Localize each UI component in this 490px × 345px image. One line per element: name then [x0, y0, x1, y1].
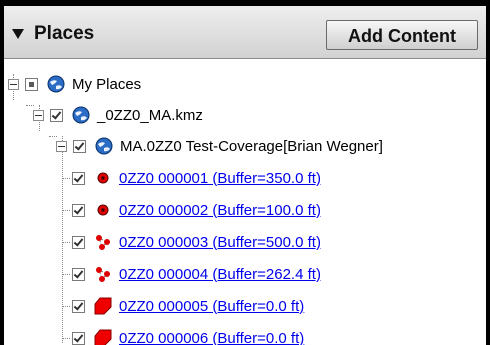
tree-row-feature: 0ZZ0 000002 (Buffer=100.0 ft): [72, 200, 321, 220]
tree-connector: [62, 178, 70, 179]
feature-link[interactable]: 0ZZ0 000006 (Buffer=0.0 ft): [119, 330, 304, 345]
visibility-checkbox[interactable]: [72, 235, 85, 249]
red-polygon-icon: [94, 329, 112, 345]
tree-connector: [62, 274, 70, 275]
collapse-arrow-icon: [12, 29, 24, 39]
collapse-node-icon[interactable]: [56, 140, 67, 152]
red-multipoint-icon: [96, 267, 110, 282]
tree-row-feature: 0ZZ0 000003 (Buffer=500.0 ft): [72, 232, 321, 252]
earth-globe-icon: [72, 106, 90, 124]
red-polygon-icon: [94, 297, 112, 315]
red-point-icon: [97, 172, 109, 184]
visibility-checkbox[interactable]: [72, 171, 85, 185]
tree-row-folder: MA.0ZZ0 Test-Coverage[Brian Wegner]: [56, 136, 383, 156]
tree-row-feature: 0ZZ0 000004 (Buffer=262.4 ft): [72, 264, 321, 284]
tree-connector: [62, 306, 70, 307]
tree-row-feature: 0ZZ0 000006 (Buffer=0.0 ft): [72, 328, 304, 345]
visibility-checkbox[interactable]: [72, 267, 85, 281]
places-collapse-toggle[interactable]: Places: [12, 23, 94, 45]
red-point-icon: [97, 204, 109, 216]
places-panel: Places Add Content My Places _0ZZ0_MA.km…: [4, 6, 486, 345]
tree-row-feature: 0ZZ0 000001 (Buffer=350.0 ft): [72, 168, 321, 188]
places-title: Places: [34, 23, 95, 44]
tree-connector: [62, 338, 70, 339]
visibility-checkbox[interactable]: [50, 108, 63, 122]
tree-item-label[interactable]: MA.0ZZ0 Test-Coverage[Brian Wegner]: [120, 138, 383, 155]
add-content-button[interactable]: Add Content: [326, 20, 478, 50]
feature-link[interactable]: 0ZZ0 000005 (Buffer=0.0 ft): [119, 298, 304, 315]
feature-link[interactable]: 0ZZ0 000004 (Buffer=262.4 ft): [119, 266, 321, 283]
red-multipoint-icon: [96, 235, 110, 250]
visibility-checkbox[interactable]: [72, 203, 85, 217]
tree-row-my-places: My Places: [8, 74, 141, 94]
feature-link[interactable]: 0ZZ0 000002 (Buffer=100.0 ft): [119, 202, 321, 219]
collapse-node-icon[interactable]: [33, 109, 44, 121]
visibility-checkbox[interactable]: [72, 331, 85, 345]
tree-connector: [62, 210, 70, 211]
feature-link[interactable]: 0ZZ0 000001 (Buffer=350.0 ft): [119, 170, 321, 187]
tree-row-kmz-file: _0ZZ0_MA.kmz: [33, 105, 203, 125]
tree-connector: [62, 136, 63, 343]
earth-globe-icon: [47, 75, 65, 93]
visibility-checkbox[interactable]: [25, 77, 38, 91]
places-header: Places Add Content: [4, 6, 486, 59]
feature-link[interactable]: 0ZZ0 000003 (Buffer=500.0 ft): [119, 234, 321, 251]
collapse-node-icon[interactable]: [8, 78, 19, 90]
places-tree: My Places _0ZZ0_MA.kmz MA.0ZZ0 Test-Cove…: [4, 59, 486, 345]
earth-globe-icon: [95, 137, 113, 155]
tree-row-feature: 0ZZ0 000005 (Buffer=0.0 ft): [72, 296, 304, 316]
tree-item-label[interactable]: My Places: [72, 76, 141, 93]
tree-connector: [62, 242, 70, 243]
tree-item-label[interactable]: _0ZZ0_MA.kmz: [97, 107, 203, 124]
visibility-checkbox[interactable]: [73, 139, 86, 153]
visibility-checkbox[interactable]: [72, 299, 85, 313]
